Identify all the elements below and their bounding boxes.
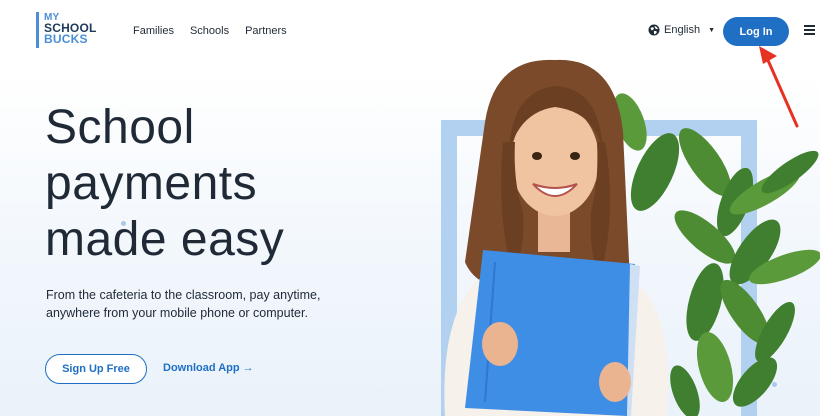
sign-up-free-button[interactable]: Sign Up Free [45, 354, 147, 384]
chevron-down-icon: ▼ [708, 26, 716, 34]
download-app-link[interactable]: Download App → [163, 362, 254, 374]
hero-title: School payments made easy [45, 100, 375, 268]
hero-title-line-2: payments [45, 157, 258, 210]
hero-title-line-3: made easy [45, 213, 285, 266]
hero-subtitle: From the cafeteria to the classroom, pay… [46, 288, 321, 320]
myschoolbucks-logo[interactable]: MY SCHOOL BUCKS [36, 12, 106, 48]
logo-line-3: BUCKS [44, 32, 88, 46]
hamburger-menu-icon[interactable] [804, 25, 815, 35]
login-button[interactable]: Log In [723, 17, 789, 46]
nav-link-partners[interactable]: Partners [245, 25, 287, 37]
globe-icon [648, 24, 660, 36]
hero-title-line-1: School [45, 101, 195, 154]
hero-image [444, 59, 820, 416]
language-selector[interactable]: English ▼ [648, 24, 715, 36]
nav-link-schools[interactable]: Schools [190, 25, 229, 37]
language-label: English [664, 24, 701, 36]
landing-page: MY SCHOOL BUCKS Families Schools Partner… [0, 0, 820, 416]
primary-nav: Families Schools Partners [133, 25, 287, 37]
nav-link-families[interactable]: Families [133, 25, 174, 37]
decorative-dot [121, 221, 126, 226]
